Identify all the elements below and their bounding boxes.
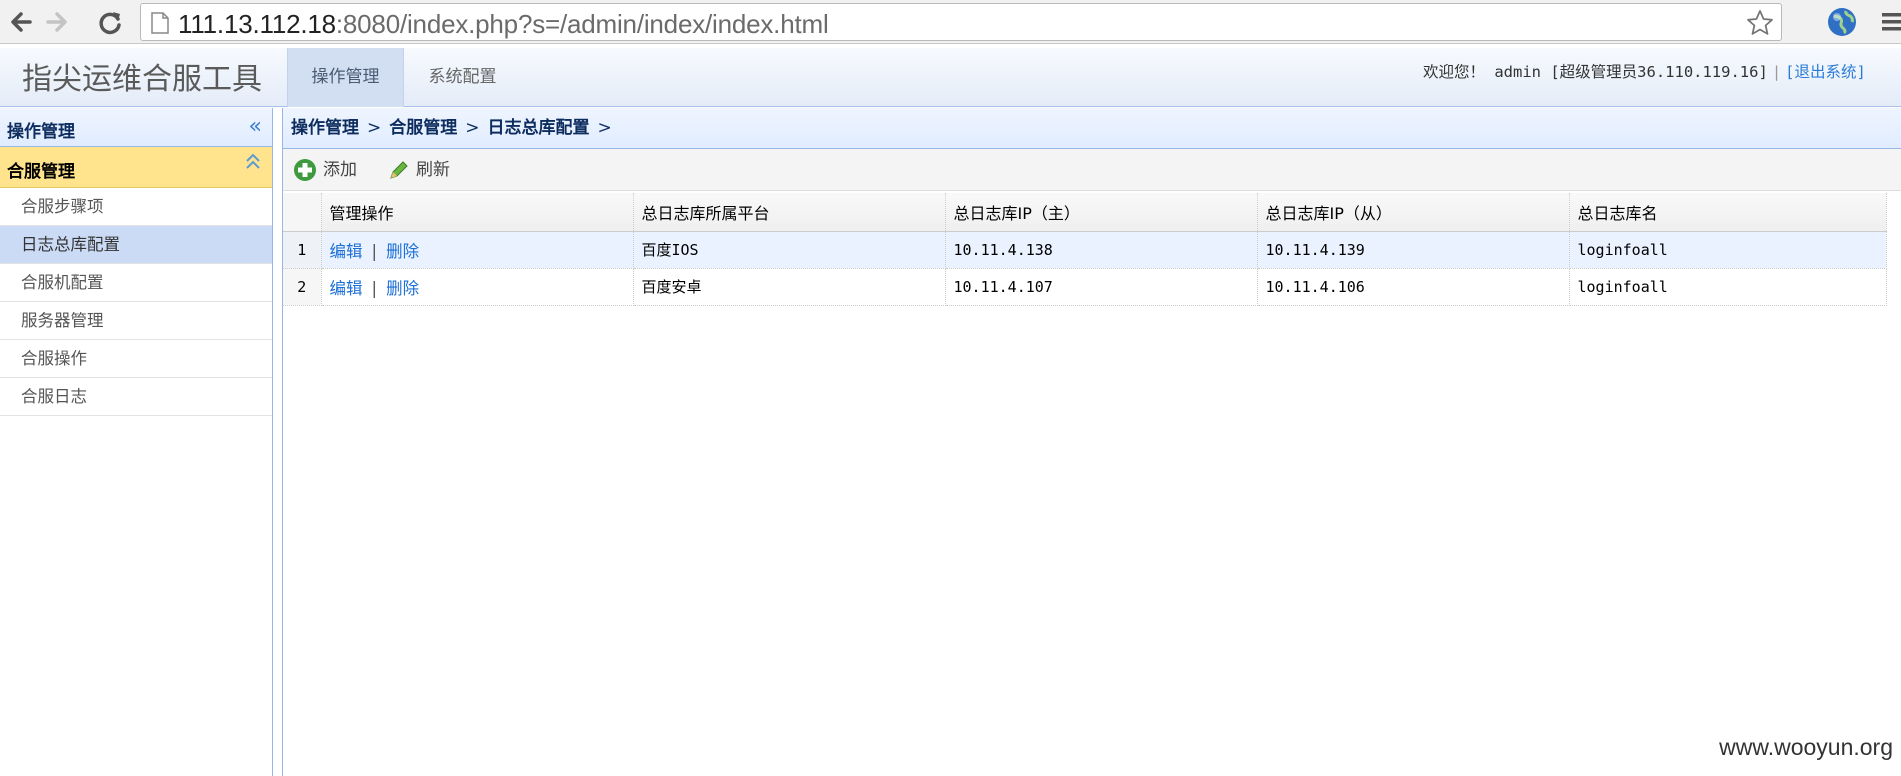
sidebar-item-merge-logs[interactable]: 合服日志 — [0, 378, 272, 416]
address-bar[interactable]: 111.13.112.18:8080/index.php?s=/admin/in… — [140, 3, 1782, 41]
db-name-cell: loginfoall — [1569, 231, 1887, 269]
sidebar-item-server-management[interactable]: 服务器管理 — [0, 302, 272, 340]
sidebar-item-log-db-config[interactable]: 日志总库配置 — [0, 226, 272, 264]
platform-cell: 百度IOS — [633, 231, 946, 269]
bookmark-star-icon[interactable] — [1745, 8, 1775, 38]
sidebar-item-merge-steps[interactable]: 合服步骤项 — [0, 188, 272, 226]
welcome-text: 欢迎您！ admin [超级管理员36.110.119.16] — [1423, 63, 1768, 81]
globe-extension-icon[interactable] — [1826, 6, 1858, 38]
sidebar-item-merge-machine-config[interactable]: 合服机配置 — [0, 264, 272, 302]
action-separator: | — [371, 241, 378, 261]
sidebar-header: 操作管理 « — [0, 108, 272, 147]
column-header[interactable]: 管理操作 — [321, 193, 634, 232]
table-header-row: 管理操作 总日志库所属平台 总日志库IP（主） 总日志库IP（从） 总日志库名 — [283, 193, 1887, 232]
browser-toolbar: 111.13.112.18:8080/index.php?s=/admin/in… — [0, 0, 1901, 44]
delete-link[interactable]: 删除 — [386, 279, 419, 298]
refresh-label: 刷新 — [416, 160, 450, 180]
breadcrumb-item[interactable]: 操作管理 — [291, 118, 359, 138]
tab-operations[interactable]: 操作管理 — [287, 48, 404, 107]
edit-link[interactable]: 编辑 — [330, 242, 363, 261]
url-path: :8080/index.php?s=/admin/index/index.htm… — [335, 9, 829, 39]
action-separator: | — [371, 278, 378, 298]
toolbar: 添加 刷新 — [283, 149, 1901, 191]
table-row[interactable]: 1 编辑 | 删除 百度IOS 10.11.4.138 10.11.4.139 lo… — [283, 231, 1887, 269]
sidebar: 操作管理 « 合服管理 合服步骤项 日志总库配置 合服机配置 服务器管理 合服操… — [0, 108, 273, 776]
sidebar-item-merge-operations[interactable]: 合服操作 — [0, 340, 272, 378]
breadcrumb-item[interactable]: 日志总库配置 — [488, 118, 590, 138]
column-header[interactable]: 总日志库IP（从） — [1257, 193, 1570, 232]
delete-link[interactable]: 删除 — [386, 242, 419, 261]
watermark: www.wooyun.org — [1719, 734, 1893, 760]
row-actions: 编辑 | 删除 — [321, 268, 634, 306]
page-icon — [149, 11, 171, 35]
column-header[interactable]: 总日志库IP（主） — [945, 193, 1258, 232]
platform-cell: 百度安卓 — [633, 268, 946, 306]
add-label: 添加 — [323, 160, 357, 180]
edit-link[interactable]: 编辑 — [330, 279, 363, 298]
url-text: 111.13.112.18:8080/index.php?s=/admin/in… — [178, 9, 829, 40]
row-number: 2 — [283, 268, 322, 306]
ip-slave-cell: 10.11.4.139 — [1257, 231, 1570, 269]
logout-link[interactable]: [退出系统] — [1785, 63, 1866, 81]
breadcrumb-separator: > — [367, 118, 382, 138]
column-header[interactable]: 总日志库所属平台 — [633, 193, 946, 232]
collapse-left-icon[interactable]: « — [249, 116, 262, 138]
chevron-up-icon[interactable] — [244, 152, 262, 175]
app-header: 指尖运维合服工具 操作管理 系统配置 欢迎您！ admin [超级管理员36.1… — [0, 48, 1901, 107]
db-name-cell: loginfoall — [1569, 268, 1887, 306]
forward-icon[interactable] — [42, 7, 72, 37]
breadcrumb-separator: > — [465, 118, 480, 138]
row-number-header — [283, 193, 322, 232]
ip-slave-cell: 10.11.4.106 — [1257, 268, 1570, 306]
sidebar-group-header[interactable]: 合服管理 — [0, 147, 272, 188]
add-icon — [294, 159, 316, 181]
sidebar-title: 操作管理 — [7, 122, 75, 142]
ip-master-cell: 10.11.4.107 — [945, 268, 1258, 306]
refresh-button[interactable]: 刷新 — [388, 157, 450, 183]
add-button[interactable]: 添加 — [293, 157, 357, 183]
url-host: 111.13.112.18 — [178, 9, 336, 39]
breadcrumb-separator: > — [597, 118, 612, 138]
row-number: 1 — [283, 231, 322, 269]
ip-master-cell: 10.11.4.138 — [945, 231, 1258, 269]
breadcrumb-item[interactable]: 合服管理 — [389, 118, 457, 138]
main-panel: 操作管理 > 合服管理 > 日志总库配置 > 添加 刷新 管理操作 总日志库所属平台 总日… — [282, 108, 1901, 776]
tab-system-config[interactable]: 系统配置 — [404, 48, 521, 107]
header-separator: | — [1771, 63, 1782, 81]
breadcrumb: 操作管理 > 合服管理 > 日志总库配置 > — [283, 108, 1901, 149]
reload-icon[interactable] — [95, 7, 125, 37]
pencil-icon — [390, 161, 408, 179]
app-title: 指尖运维合服工具 — [22, 62, 262, 97]
back-icon[interactable] — [6, 7, 36, 37]
table-row[interactable]: 2 编辑 | 删除 百度安卓 10.11.4.107 10.11.4.106 log… — [283, 268, 1887, 306]
row-actions: 编辑 | 删除 — [321, 231, 634, 269]
column-header[interactable]: 总日志库名 — [1569, 193, 1887, 232]
browser-menu-icon[interactable] — [1880, 10, 1901, 34]
user-info: 欢迎您！ admin [超级管理员36.110.119.16] | [退出系统] — [1423, 60, 1866, 82]
sidebar-group-title: 合服管理 — [7, 162, 75, 182]
log-db-table: 管理操作 总日志库所属平台 总日志库IP（主） 总日志库IP（从） 总日志库名 … — [283, 193, 1887, 306]
